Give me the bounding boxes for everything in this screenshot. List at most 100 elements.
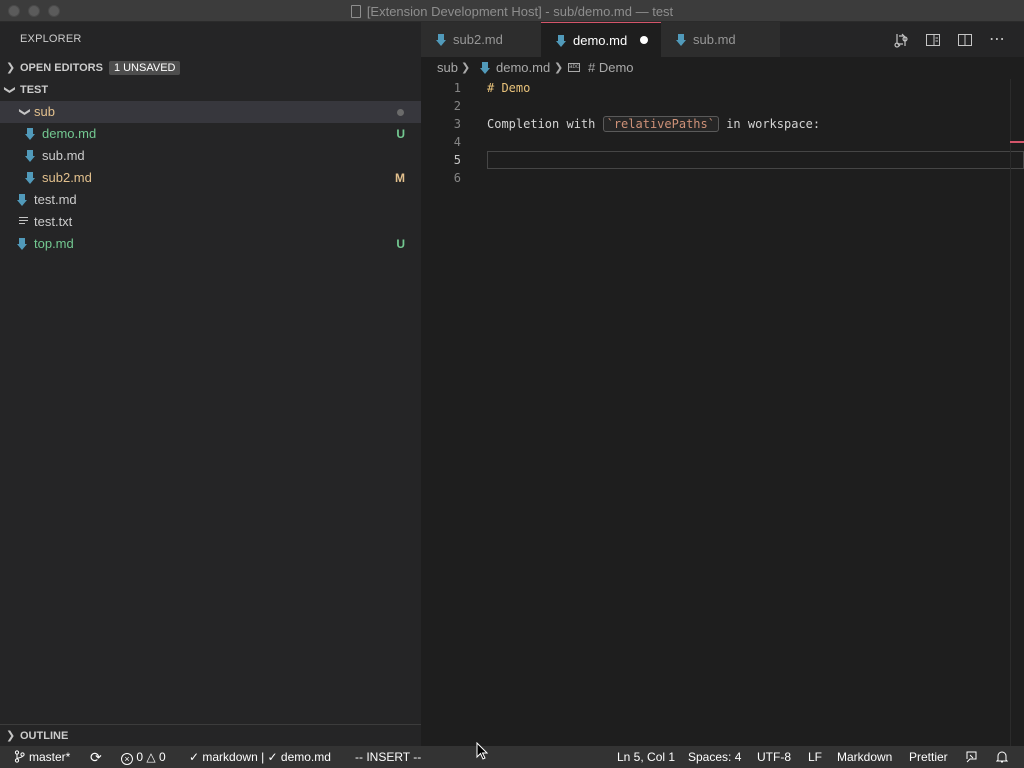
chevron-down-icon: ❯ — [3, 85, 16, 95]
vim-mode-status: -- INSERT -- — [355, 750, 422, 764]
breadcrumb: sub ❯ demo.md ❯ abc # Demo — [421, 57, 1024, 79]
text-file-icon — [19, 217, 28, 227]
status-bar: master* ⟳ × 0 △ 0 ✓ markdown | ✓ demo.md… — [0, 746, 1024, 768]
tree-item-sub-folder[interactable]: ❯ sub — [0, 101, 421, 123]
sync-icon[interactable]: ⟳ — [90, 746, 102, 768]
indentation-status[interactable]: Spaces: 4 — [688, 746, 741, 768]
tree-item-label: test.txt — [34, 214, 73, 229]
explorer-sidebar: EXPLORER ❯ OPEN EDITORS 1 UNSAVED ❯ TEST … — [0, 22, 421, 746]
unsaved-dot-icon[interactable] — [640, 36, 648, 44]
markdown-file-icon — [480, 62, 490, 74]
git-branch-icon — [14, 750, 25, 763]
tree-item-sub2-md[interactable]: sub2.md M — [0, 167, 421, 189]
line-number: 4 — [453, 135, 461, 149]
tab-label: sub2.md — [453, 32, 503, 47]
overview-ruler[interactable] — [1010, 79, 1024, 746]
warning-icon: △ — [146, 750, 156, 764]
line-number: 1 — [453, 81, 461, 95]
tab-label: demo.md — [573, 33, 628, 48]
error-icon: × — [121, 753, 133, 765]
breadcrumb-folder[interactable]: sub — [437, 57, 458, 79]
open-changes-icon[interactable] — [893, 32, 909, 48]
open-preview-icon[interactable] — [925, 32, 941, 48]
title-bar: [Extension Development Host] - sub/demo.… — [0, 0, 1024, 22]
explorer-title: EXPLORER — [20, 33, 82, 45]
git-status-untracked: U — [396, 237, 405, 251]
markdown-file-icon — [676, 34, 686, 46]
eol-status[interactable]: LF — [808, 746, 822, 768]
code-line-1: # Demo — [487, 81, 531, 95]
git-status-untracked: U — [396, 127, 405, 141]
workspace-section-header[interactable]: ❯ TEST — [0, 79, 421, 101]
tree-item-label: sub — [34, 104, 55, 119]
window-title: [Extension Development Host] - sub/demo.… — [366, 4, 674, 19]
tree-item-sub-md[interactable]: sub.md — [0, 145, 421, 167]
chevron-right-icon: ❯ — [6, 62, 16, 74]
tree-item-label: top.md — [34, 236, 74, 251]
chevron-down-icon: ❯ — [18, 107, 31, 117]
markdown-file-icon — [436, 34, 446, 46]
document-icon — [350, 5, 361, 18]
line-number: 6 — [453, 171, 461, 185]
error-count: 0 — [136, 750, 144, 764]
breadcrumb-file[interactable]: demo.md — [496, 57, 550, 79]
markdown-file-icon — [25, 128, 35, 140]
window-title-container: [Extension Development Host] - sub/demo.… — [0, 4, 1024, 19]
outline-section-header[interactable]: ❯ OUTLINE — [0, 724, 421, 746]
tree-item-top-md[interactable]: top.md U — [0, 233, 421, 255]
current-line-highlight — [487, 151, 1024, 169]
code-text: in workspace: — [718, 117, 821, 131]
markdown-file-icon — [25, 172, 35, 184]
lint-status[interactable]: ✓ markdown | ✓ demo.md — [189, 746, 331, 768]
open-editors-label: OPEN EDITORS — [20, 62, 103, 74]
tree-item-label: test.md — [34, 192, 77, 207]
encoding-status[interactable]: UTF-8 — [757, 746, 791, 768]
editor-tab-bar: sub2.md demo.md sub.md ⋯ — [421, 22, 1024, 57]
notifications-bell-icon[interactable] — [996, 750, 1008, 764]
git-status-modified: M — [395, 171, 405, 185]
tree-item-test-md[interactable]: test.md — [0, 189, 421, 211]
string-symbol-icon: abc — [568, 63, 580, 72]
mouse-pointer-icon — [476, 742, 488, 760]
problems-status[interactable]: × 0 △ 0 — [121, 746, 166, 768]
tab-sub2-md[interactable]: sub2.md — [421, 22, 541, 57]
workspace-label: TEST — [20, 84, 49, 96]
outline-label: OUTLINE — [20, 730, 69, 742]
split-editor-icon[interactable] — [957, 32, 973, 48]
tree-item-label: sub2.md — [42, 170, 92, 185]
markdown-file-icon — [17, 238, 27, 250]
modified-dot-icon — [397, 109, 404, 116]
more-actions-icon[interactable]: ⋯ — [989, 32, 1005, 48]
line-number: 2 — [453, 99, 461, 113]
tab-demo-md[interactable]: demo.md — [541, 22, 661, 57]
tree-item-demo-md[interactable]: demo.md U — [0, 123, 421, 145]
feedback-icon[interactable] — [965, 750, 979, 764]
branch-name: master* — [29, 750, 71, 764]
markdown-file-icon — [556, 35, 566, 47]
open-editors-section-header[interactable]: ❯ OPEN EDITORS 1 UNSAVED — [0, 57, 421, 79]
tab-sub-md[interactable]: sub.md — [661, 22, 780, 57]
code-line-3: Completion with `relativePaths` in works… — [487, 115, 820, 133]
cursor-marker — [1010, 141, 1024, 143]
chevron-right-icon: ❯ — [461, 62, 471, 74]
formatter-status[interactable]: Prettier — [909, 746, 948, 768]
code-text: Completion with — [487, 117, 603, 131]
tree-item-label: demo.md — [42, 126, 97, 141]
language-mode-status[interactable]: Markdown — [837, 746, 892, 768]
breadcrumb-symbol[interactable]: # Demo — [588, 57, 634, 79]
line-number: 3 — [453, 117, 461, 131]
cursor-position-status[interactable]: Ln 5, Col 1 — [617, 746, 675, 768]
code-editor[interactable]: 1 2 3 4 5 6 # Demo Completion with `rela… — [421, 79, 1024, 746]
tree-item-test-txt[interactable]: test.txt — [0, 211, 421, 233]
unsaved-badge: 1 UNSAVED — [108, 61, 181, 75]
tree-item-label: sub.md — [42, 148, 85, 163]
line-number: 5 — [453, 153, 461, 167]
warning-count: 0 — [158, 750, 166, 764]
tab-label: sub.md — [693, 32, 736, 47]
branch-status[interactable]: master* — [14, 746, 70, 768]
chevron-right-icon: ❯ — [6, 730, 16, 742]
markdown-file-icon — [17, 194, 27, 206]
markdown-file-icon — [25, 150, 35, 162]
editor-actions: ⋯ — [891, 22, 1024, 57]
inline-code-span: `relativePaths` — [602, 116, 719, 132]
